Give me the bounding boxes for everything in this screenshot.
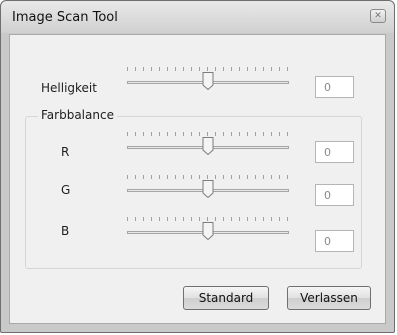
green-value-field[interactable]: 0: [315, 184, 354, 206]
brightness-value-field[interactable]: 0: [315, 76, 354, 98]
slider-thumb[interactable]: [202, 137, 214, 155]
color-balance-title: Farbbalance: [38, 108, 117, 122]
blue-label: B: [61, 224, 70, 238]
green-label: G: [61, 183, 71, 197]
red-slider[interactable]: [127, 132, 289, 158]
red-label: R: [61, 145, 70, 159]
exit-button[interactable]: Verlassen: [287, 286, 371, 310]
close-button[interactable]: ✕: [370, 9, 386, 23]
blue-slider[interactable]: [127, 217, 289, 243]
slider-thumb[interactable]: [202, 72, 214, 90]
red-value-field[interactable]: 0: [315, 141, 354, 163]
close-icon: ✕: [374, 11, 382, 21]
green-slider[interactable]: [127, 175, 289, 201]
slider-ticks: [127, 175, 289, 179]
slider-ticks: [127, 67, 289, 71]
slider-ticks: [127, 217, 289, 221]
brightness-slider[interactable]: [127, 67, 289, 93]
standard-button[interactable]: Standard: [183, 286, 269, 310]
slider-thumb[interactable]: [202, 222, 214, 240]
slider-thumb[interactable]: [202, 180, 214, 198]
title-bar[interactable]: Image Scan Tool ✕: [1, 1, 394, 33]
slider-ticks: [127, 132, 289, 136]
window-title: Image Scan Tool: [12, 10, 118, 25]
brightness-label: Helligkeit: [41, 81, 97, 95]
blue-value-field[interactable]: 0: [315, 230, 354, 252]
